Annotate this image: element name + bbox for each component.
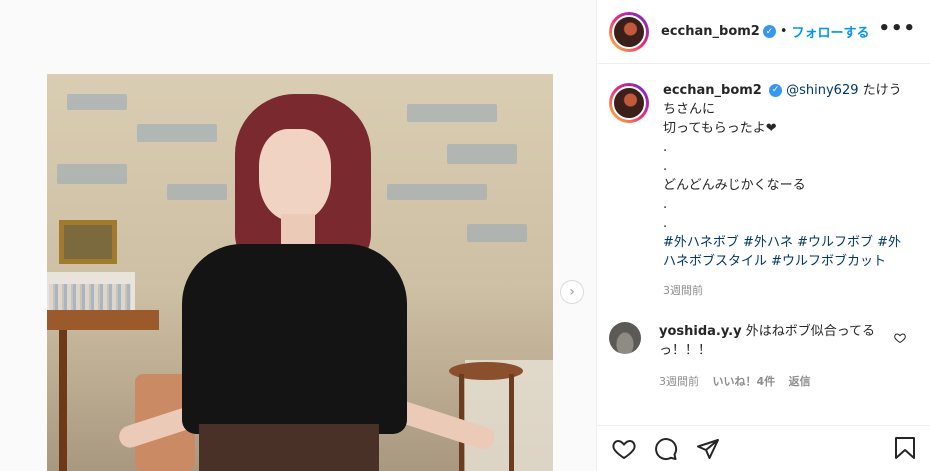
wall-texture [57,164,127,184]
wall-texture [407,104,497,122]
comments-section: ecchan_bom2 ✓ @shiny629 たけうちさんに 切ってもらったよ… [597,65,930,425]
action-bar [597,425,930,471]
mention-link[interactable]: @shiny629 [786,83,858,98]
caption-dot: . [663,216,668,231]
caption-dot: . [663,140,668,155]
wall-texture [137,124,217,142]
hashtag-link[interactable]: #ウルフボブカット [771,254,886,269]
wall-texture [447,144,517,164]
caption-body: ecchan_bom2 ✓ @shiny629 たけうちさんに 切ってもらったよ… [663,81,903,300]
person-black-top [182,244,407,434]
heart-icon [612,439,636,459]
caption: ecchan_bom2 ✓ @shiny629 たけうちさんに 切ってもらったよ… [609,81,914,300]
hashtag-link[interactable]: #外ハネ [743,235,793,250]
chevron-right-icon: › [569,284,575,300]
comment-body: yoshida.y.y 外はねボブ似合ってるっ！！！ 3週間前 いいね！4件 返… [659,322,879,391]
wall-picture-frame [59,220,117,264]
save-button[interactable] [894,436,916,464]
verified-badge-icon: ✓ [768,84,782,97]
verified-badge-icon: ✓ [762,25,776,38]
hashtag-link[interactable]: #ウルフボブ [797,235,873,250]
avatar-image [612,86,646,120]
wooden-table [47,310,159,330]
wall-texture [387,184,487,200]
wall-texture [467,224,527,242]
share-icon [697,438,719,459]
caption-username[interactable]: ecchan_bom2 [663,83,762,98]
share-button[interactable] [695,436,721,462]
person-face [259,129,331,221]
comment-item: yoshida.y.y 外はねボブ似合ってるっ！！！ 3週間前 いいね！4件 返… [609,322,914,391]
comment-meta: 3週間前 いいね！4件 返信 [659,372,879,391]
reply-button[interactable]: 返信 [789,375,811,388]
table-leg [59,330,67,471]
caption-line: どんどんみじかくなーる [663,178,806,193]
caption-dot: . [663,159,668,174]
more-options-icon[interactable]: ••• [878,18,916,39]
separator-dot: • [779,24,788,39]
media-area: › [0,0,597,471]
wall-texture [67,94,127,110]
caption-timestamp[interactable]: 3週間前 [663,281,903,300]
author-username[interactable]: ecchan_bom2 [661,24,760,39]
follow-button[interactable]: フォローする [792,22,870,41]
comment-likes[interactable]: いいね！4件 [713,375,776,388]
hashtag-list: #外ハネボブ #外ハネ #ウルフボブ #外ハネボブスタイル #ウルフボブカット [663,233,903,271]
comment-icon [655,437,678,460]
post-photo[interactable] [47,74,553,471]
comment-like-heart-icon[interactable] [894,332,906,347]
author-avatar[interactable] [609,11,649,52]
caption-dot: . [663,197,668,212]
post-header: ecchan_bom2 ✓ • フォローする ••• [597,0,930,64]
next-image-button[interactable]: › [560,280,584,304]
hashtag-link[interactable]: #外ハネボブ [663,235,739,250]
avatar-image [612,14,646,49]
stool-leg [509,374,514,471]
caption-line: 切ってもらったよ❤ [663,121,777,136]
wall-texture [167,184,227,200]
comment-button[interactable] [653,436,679,462]
commenter-username[interactable]: yoshida.y.y [659,324,742,339]
comment-timestamp[interactable]: 3週間前 [659,375,699,388]
caption-avatar[interactable] [609,83,649,123]
person-skirt [199,424,379,471]
like-button[interactable] [611,436,637,462]
heart-icon [894,333,906,344]
bookmark-icon [895,437,915,459]
commenter-avatar[interactable] [609,322,641,354]
post-side-panel: ecchan_bom2 ✓ • フォローする ••• ecchan_bom2 ✓… [597,0,930,471]
